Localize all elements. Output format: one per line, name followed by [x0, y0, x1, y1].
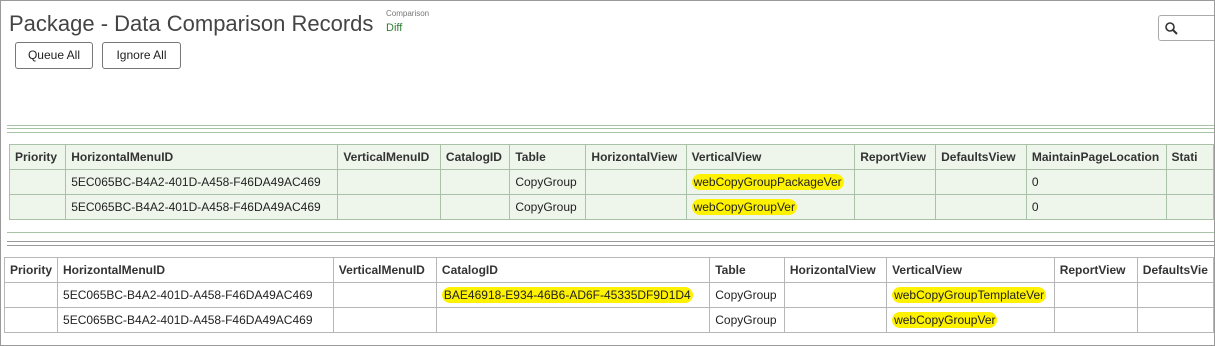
table-cell: [585, 169, 687, 195]
column-header[interactable]: VerticalMenuID: [332, 257, 437, 283]
table-cell: webCopyGroupVer: [685, 194, 856, 220]
divider: [7, 132, 1214, 133]
divider: [7, 128, 1214, 129]
column-header[interactable]: ReportView: [1053, 257, 1138, 283]
table-row[interactable]: 5EC065BC-B4A2-401D-A458-F46DA49AC469 Cop…: [3, 307, 1214, 333]
column-header[interactable]: VerticalMenuID: [337, 144, 441, 170]
table-cell: [935, 169, 1027, 195]
column-header[interactable]: HorizontalMenuID: [65, 144, 339, 170]
table-source-records: Priority HorizontalMenuID VerticalMenuID…: [8, 144, 1214, 220]
column-header[interactable]: Table: [709, 257, 785, 283]
comparison-value: Diff: [386, 22, 403, 34]
table-cell: [337, 169, 441, 195]
table-header-row: Priority HorizontalMenuID VerticalMenuID…: [8, 144, 1214, 170]
divider: [7, 125, 1214, 126]
table-cell: CopyGroup: [709, 282, 785, 308]
table-cell: CopyGroup: [509, 194, 587, 220]
table-row[interactable]: 5EC065BC-B4A2-401D-A458-F46DA49AC469 Cop…: [8, 169, 1214, 195]
column-header[interactable]: Priority: [3, 257, 59, 283]
highlighted-value: BAE46918-E934-46B6-AD6F-45335DF9D1D4: [441, 287, 693, 303]
table-row[interactable]: 5EC065BC-B4A2-401D-A458-F46DA49AC469 BAE…: [3, 282, 1214, 308]
table-cell: [332, 307, 437, 333]
table-cell: 0: [1025, 169, 1167, 195]
table-cell: webCopyGroupTemplateVer: [886, 282, 1055, 308]
divider: [7, 241, 1214, 242]
table-cell: 5EC065BC-B4A2-401D-A458-F46DA49AC469: [57, 282, 334, 308]
page-title: Package - Data Comparison Records: [9, 11, 374, 36]
highlighted-value: webCopyGroupVer: [691, 199, 797, 215]
table-cell: [8, 194, 67, 220]
table-cell: [439, 194, 511, 220]
table-cell: [783, 282, 888, 308]
table-cell: CopyGroup: [509, 169, 587, 195]
search-input[interactable]: [1158, 15, 1214, 41]
table-cell: [854, 169, 937, 195]
column-header[interactable]: Priority: [8, 144, 67, 170]
table-cell: [435, 307, 711, 333]
table-cell: 5EC065BC-B4A2-401D-A458-F46DA49AC469: [57, 307, 334, 333]
queue-all-button[interactable]: Queue All: [15, 42, 93, 69]
column-header[interactable]: VerticalView: [685, 144, 856, 170]
table-cell: [3, 282, 59, 308]
column-header[interactable]: Stati: [1165, 144, 1214, 170]
table-header-row: Priority HorizontalMenuID VerticalMenuID…: [3, 257, 1214, 283]
table-cell: 5EC065BC-B4A2-401D-A458-F46DA49AC469: [65, 194, 339, 220]
table-cell: [439, 169, 511, 195]
table-cell: [1053, 307, 1138, 333]
table-cell: [8, 169, 67, 195]
magnifier-icon: [1165, 22, 1178, 35]
ignore-all-button[interactable]: Ignore All: [102, 42, 181, 69]
highlighted-value: webCopyGroupVer: [892, 312, 998, 328]
table-cell: CopyGroup: [709, 307, 785, 333]
table-cell: [1136, 307, 1214, 333]
column-header[interactable]: DefaultsVie: [1136, 257, 1214, 283]
table-row[interactable]: 5EC065BC-B4A2-401D-A458-F46DA49AC469 Cop…: [8, 194, 1214, 220]
table-cell: webCopyGroupVer: [886, 307, 1055, 333]
table-cell: [1053, 282, 1138, 308]
table-cell: [854, 194, 937, 220]
table-cell: [1165, 169, 1214, 195]
table-cell: [332, 282, 437, 308]
table-cell: [783, 307, 888, 333]
highlighted-value: webCopyGroupTemplateVer: [892, 287, 1047, 303]
table-cell: 5EC065BC-B4A2-401D-A458-F46DA49AC469: [65, 169, 339, 195]
column-header[interactable]: HorizontalView: [585, 144, 687, 170]
column-header[interactable]: VerticalView: [886, 257, 1055, 283]
column-header[interactable]: CatalogID: [439, 144, 511, 170]
page-frame: Package - Data Comparison Records Compar…: [0, 0, 1215, 346]
comparison-label: Comparison: [386, 9, 430, 18]
column-header[interactable]: CatalogID: [435, 257, 711, 283]
table-cell: [3, 307, 59, 333]
column-header[interactable]: Table: [509, 144, 587, 170]
table-cell: [337, 194, 441, 220]
table-target-records: Priority HorizontalMenuID VerticalMenuID…: [3, 257, 1214, 333]
divider: [7, 245, 1214, 246]
table-cell: 0: [1025, 194, 1167, 220]
column-header[interactable]: DefaultsView: [935, 144, 1027, 170]
column-header[interactable]: ReportView: [854, 144, 937, 170]
column-header[interactable]: HorizontalMenuID: [57, 257, 334, 283]
table-cell: [1165, 194, 1214, 220]
table-cell: [935, 194, 1027, 220]
divider: [7, 232, 1214, 233]
table-cell: [1136, 282, 1214, 308]
table-cell: [585, 194, 687, 220]
table-cell: webCopyGroupPackageVer: [685, 169, 856, 195]
column-header[interactable]: MaintainPageLocation: [1025, 144, 1167, 170]
table-cell: BAE46918-E934-46B6-AD6F-45335DF9D1D4: [435, 282, 711, 308]
highlighted-value: webCopyGroupPackageVer: [691, 174, 844, 190]
column-header[interactable]: HorizontalView: [783, 257, 888, 283]
